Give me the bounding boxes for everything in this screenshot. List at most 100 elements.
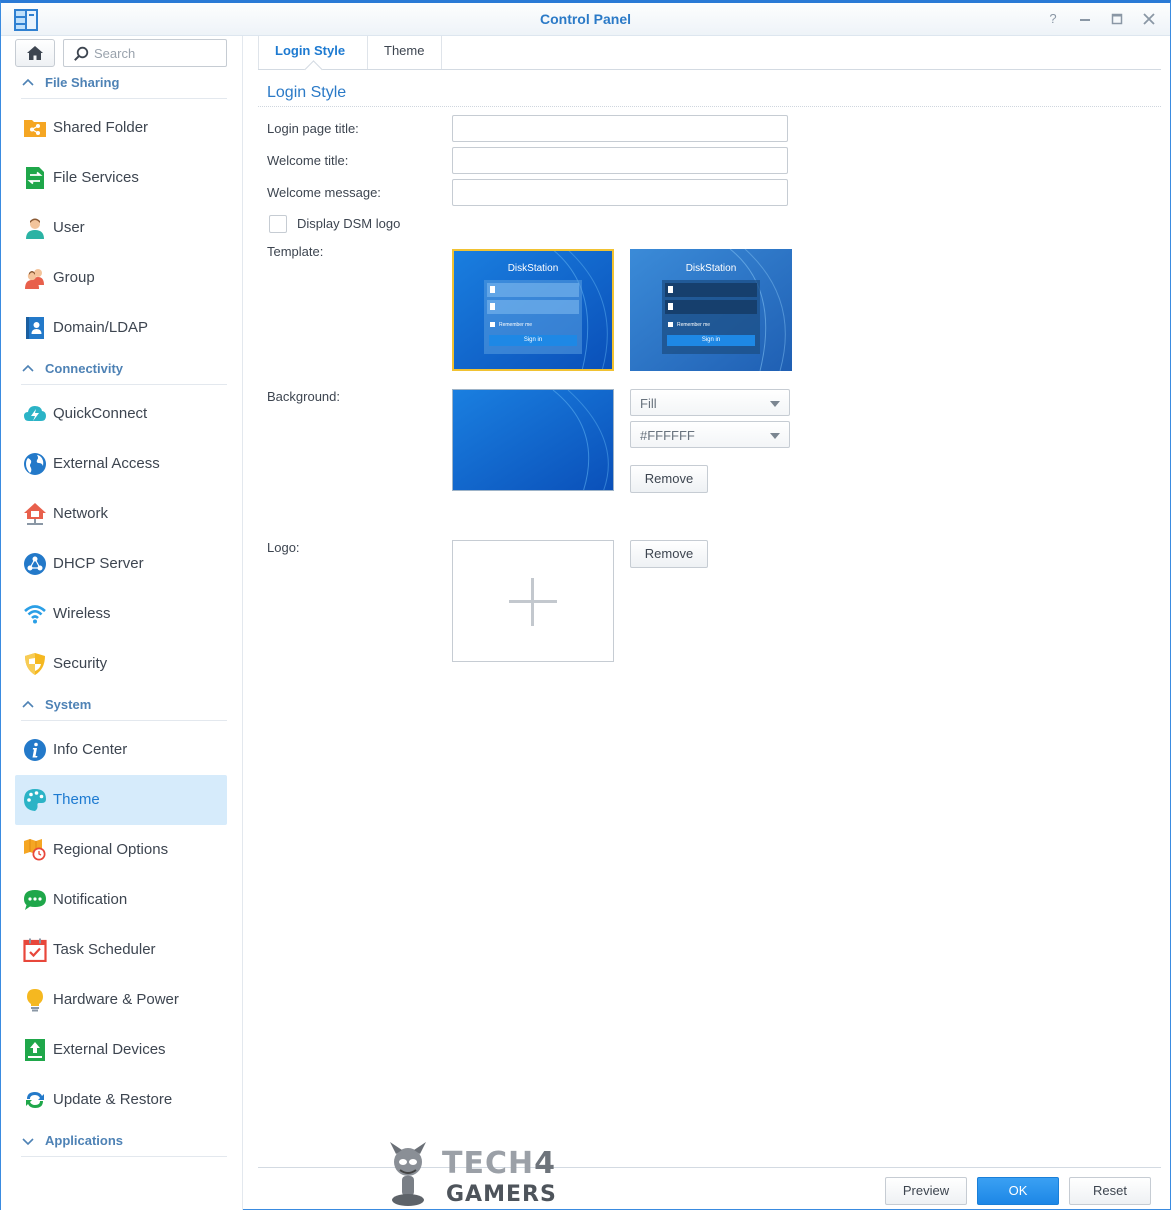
tab-login-style[interactable]: Login Style — [258, 36, 368, 69]
preview-button[interactable]: Preview — [885, 1177, 967, 1205]
section-label: File Sharing — [45, 75, 120, 90]
select-value: Fill — [640, 396, 657, 411]
logo-remove-button[interactable]: Remove — [630, 540, 708, 568]
search-input[interactable] — [94, 44, 222, 62]
sidebar-item-label: Shared Folder — [53, 119, 149, 136]
sidebar-item-wireless[interactable]: Wireless — [15, 589, 227, 639]
section-divider — [258, 106, 1161, 107]
sidebar-item-label: External Access — [53, 455, 160, 472]
welcome-title-input[interactable] — [452, 147, 788, 174]
sidebar-item-group[interactable]: Group — [15, 253, 227, 303]
sidebar-item-notification[interactable]: Notification — [15, 875, 227, 925]
tab-label: Theme — [384, 43, 425, 58]
sidebar-item-label: Wireless — [53, 605, 111, 622]
sidebar-item-security[interactable]: Security — [15, 639, 227, 689]
domain-ldap-icon — [26, 317, 44, 339]
user-icon — [26, 218, 44, 239]
external-devices-icon — [25, 1039, 45, 1061]
maximize-button[interactable] — [1108, 10, 1126, 28]
info-center-icon — [24, 739, 46, 761]
background-image — [453, 390, 613, 490]
task-scheduler-icon — [23, 938, 47, 962]
chevron-down-icon — [770, 401, 780, 407]
sidebar-item-external-devices[interactable]: External Devices — [15, 1025, 227, 1075]
template-2-signin: Sign in — [701, 337, 721, 343]
sidebar-item-info-center[interactable]: Info Center — [15, 725, 227, 775]
title-bar: Control Panel ? — [1, 3, 1170, 36]
sidebar-item-regional-options[interactable]: Regional Options — [15, 825, 227, 875]
update-restore-icon — [26, 1092, 44, 1108]
sidebar-item-label: Info Center — [53, 741, 128, 758]
minimize-button[interactable] — [1076, 10, 1094, 28]
ok-button[interactable]: OK — [977, 1177, 1059, 1205]
section-applications[interactable]: Applications — [21, 1131, 227, 1157]
sidebar-item-label: DHCP Server — [53, 555, 144, 572]
file-services-icon — [26, 167, 44, 189]
background-color-select[interactable]: #FFFFFF — [630, 421, 790, 448]
welcome-title-label: Welcome title: — [267, 153, 349, 168]
shield-icon — [25, 653, 45, 675]
section-connectivity[interactable]: Connectivity — [21, 359, 227, 385]
watermark-line2: GAMERS — [446, 1182, 557, 1207]
tab-theme[interactable]: Theme — [368, 36, 442, 69]
template-2-remember: Remember me — [677, 322, 711, 328]
logo-upload-area[interactable] — [452, 540, 614, 662]
close-icon — [1143, 13, 1155, 25]
background-remove-button[interactable]: Remove — [630, 465, 708, 493]
chevron-down-icon — [22, 1138, 34, 1146]
wireless-icon — [24, 605, 46, 624]
welcome-message-input[interactable] — [452, 179, 788, 206]
select-value: #FFFFFF — [640, 428, 695, 443]
sidebar-item-file-services[interactable]: File Services — [15, 153, 227, 203]
template-2-heading: DiskStation — [685, 263, 737, 274]
background-fill-select[interactable]: Fill — [630, 389, 790, 416]
tech4gamers-watermark: TECH4 GAMERS — [386, 1138, 581, 1210]
sidebar-item-theme[interactable]: Theme — [15, 775, 227, 825]
display-dsm-logo-label[interactable]: Display DSM logo — [297, 216, 400, 231]
sidebar-item-network[interactable]: Network — [15, 489, 227, 539]
welcome-message-label: Welcome message: — [267, 185, 381, 200]
chevron-up-icon — [22, 364, 34, 372]
reset-button[interactable]: Reset — [1069, 1177, 1151, 1205]
sidebar-item-update-restore[interactable]: Update & Restore — [15, 1075, 227, 1125]
group-icon — [25, 269, 44, 289]
sidebar-item-hardware-power[interactable]: Hardware & Power — [15, 975, 227, 1025]
quickconnect-icon — [24, 406, 46, 421]
close-button[interactable] — [1140, 10, 1158, 28]
sidebar-item-user[interactable]: User — [15, 203, 227, 253]
sidebar-item-domain-ldap[interactable]: Domain/LDAP — [15, 303, 227, 353]
section-system[interactable]: System — [21, 695, 227, 721]
dhcp-server-icon — [24, 553, 46, 575]
section-label: Connectivity — [45, 361, 124, 376]
sidebar-item-label: File Services — [53, 169, 139, 186]
background-preview[interactable] — [452, 389, 614, 491]
search-box[interactable] — [63, 39, 227, 67]
sidebar-item-shared-folder[interactable]: Shared Folder — [15, 103, 227, 153]
template-option-1[interactable]: DiskStation Remember me Sign in — [452, 249, 614, 371]
template-1-signin: Sign in — [523, 337, 543, 343]
help-button[interactable]: ? — [1044, 10, 1062, 28]
network-icon — [24, 503, 46, 525]
sidebar-item-label: Hardware & Power — [53, 991, 179, 1008]
sidebar-item-external-access[interactable]: External Access — [15, 439, 227, 489]
sidebar-item-task-scheduler[interactable]: Task Scheduler — [15, 925, 227, 975]
sidebar: File Sharing Shared Folder File Services — [1, 36, 243, 1210]
home-icon — [27, 46, 43, 60]
sidebar-item-dhcp-server[interactable]: DHCP Server — [15, 539, 227, 589]
chevron-down-icon — [770, 433, 780, 439]
sidebar-item-label: Update & Restore — [53, 1091, 173, 1108]
template-1-remember: Remember me — [499, 322, 533, 328]
minimize-icon — [1080, 19, 1090, 21]
control-panel-window: Control Panel ? File Sharing — [0, 0, 1171, 1210]
section-file-sharing[interactable]: File Sharing — [21, 73, 227, 99]
login-page-title-input[interactable] — [452, 115, 788, 142]
tab-bar: Login Style Theme — [258, 36, 1161, 70]
template-option-2[interactable]: DiskStation Remember me Sign in — [630, 249, 792, 371]
sidebar-item-label: Group — [53, 269, 95, 286]
external-access-icon — [24, 453, 46, 475]
home-button[interactable] — [15, 39, 55, 67]
sidebar-item-quickconnect[interactable]: QuickConnect — [15, 389, 227, 439]
main-panel: Login Style Theme Login Style Login page… — [244, 36, 1170, 1210]
display-dsm-logo-checkbox[interactable] — [269, 215, 287, 233]
shared-folder-icon — [24, 120, 46, 137]
